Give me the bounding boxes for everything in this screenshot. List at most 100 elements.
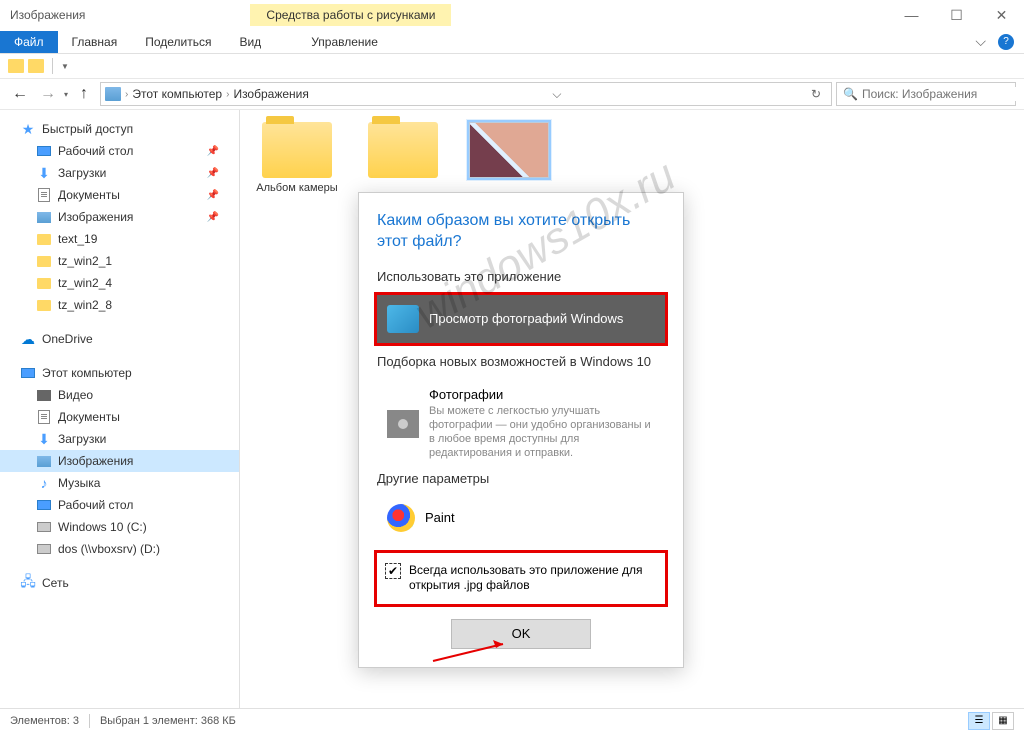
sidebar-item-downloads[interactable]: ⬇ Загрузки	[0, 428, 239, 450]
sidebar-item-documents[interactable]: Документы 📌	[0, 184, 239, 206]
tab-home[interactable]: Главная	[58, 31, 132, 53]
ok-button[interactable]: OK	[451, 619, 591, 649]
folder-item[interactable]: Альбом камеры	[252, 122, 342, 194]
image-item[interactable]	[464, 122, 554, 194]
selection-info: Выбран 1 элемент: 368 КБ	[100, 715, 236, 727]
network-icon: 🖧	[20, 575, 36, 591]
folder-icon	[262, 122, 332, 178]
search-box[interactable]: 🔍	[836, 82, 1016, 106]
sidebar-item-folder[interactable]: text_19	[0, 228, 239, 250]
dialog-section-label: Использовать это приложение	[377, 269, 665, 284]
help-icon[interactable]: ?	[998, 34, 1014, 50]
sidebar-item-downloads[interactable]: ⬇ Загрузки 📌	[0, 162, 239, 184]
breadcrumb[interactable]: › Этот компьютер › Изображения ⌵ ↻	[100, 82, 832, 106]
tab-file[interactable]: Файл	[0, 31, 58, 53]
sidebar-item-folder[interactable]: tz_win2_4	[0, 272, 239, 294]
sidebar-quick-access[interactable]: ★ Быстрый доступ	[0, 118, 239, 140]
desktop-icon	[37, 146, 51, 156]
folder-icon	[37, 256, 51, 267]
dropdown-icon[interactable]: ⌵	[546, 87, 567, 102]
breadcrumb-current[interactable]: Изображения	[233, 87, 308, 101]
document-icon	[38, 410, 50, 424]
sidebar-item-pictures[interactable]: Изображения	[0, 450, 239, 472]
pin-icon: 📌	[207, 190, 219, 201]
always-use-checkbox-row[interactable]: ✔ Всегда использовать это приложение для…	[374, 550, 668, 607]
photo-viewer-icon	[387, 305, 419, 333]
music-icon: ♪	[36, 475, 52, 491]
desktop-icon	[37, 500, 51, 510]
quick-access-toolbar: ▼	[0, 54, 1024, 78]
pin-icon: 📌	[207, 212, 219, 223]
app-option-photo-viewer[interactable]: Просмотр фотографий Windows	[374, 292, 668, 346]
app-option-photos[interactable]: Фотографии Вы можете с легкостью улучшат…	[377, 377, 665, 471]
pictures-icon	[37, 456, 51, 467]
sidebar-this-pc[interactable]: Этот компьютер	[0, 362, 239, 384]
pc-icon	[21, 368, 35, 378]
nav-history-dropdown[interactable]: ▾	[64, 90, 68, 99]
sidebar-item-video[interactable]: Видео	[0, 384, 239, 406]
document-icon	[38, 188, 50, 202]
sidebar-item-documents[interactable]: Документы	[0, 406, 239, 428]
folder-icon[interactable]	[8, 59, 24, 73]
ribbon-tabs: Файл Главная Поделиться Вид Управление ⌵…	[0, 30, 1024, 54]
window-controls: — ☐ ✕	[889, 0, 1024, 30]
image-thumbnail	[469, 122, 549, 178]
video-icon	[37, 390, 51, 401]
chevron-right-icon: ›	[226, 89, 229, 100]
folder-icon	[37, 278, 51, 289]
folder-icon[interactable]	[28, 59, 44, 73]
tab-manage[interactable]: Управление	[297, 31, 392, 53]
sidebar-item-desktop[interactable]: Рабочий стол 📌	[0, 140, 239, 162]
photos-icon	[387, 410, 419, 438]
sidebar-item-drive-c[interactable]: Windows 10 (C:)	[0, 516, 239, 538]
paint-icon	[387, 504, 415, 532]
sidebar-item-pictures[interactable]: Изображения 📌	[0, 206, 239, 228]
navigation-pane: ★ Быстрый доступ Рабочий стол 📌 ⬇ Загруз…	[0, 110, 240, 708]
address-bar: ← → ▾ ↑ › Этот компьютер › Изображения ⌵…	[0, 78, 1024, 110]
onedrive-icon: ☁	[20, 331, 36, 347]
item-count: Элементов: 3	[10, 715, 79, 727]
sidebar-item-drive-d[interactable]: dos (\\vboxsrv) (D:)	[0, 538, 239, 560]
sidebar-network[interactable]: 🖧 Сеть	[0, 572, 239, 594]
qat-dropdown-icon[interactable]: ▼	[61, 62, 69, 71]
sidebar-item-desktop[interactable]: Рабочий стол	[0, 494, 239, 516]
sidebar-item-folder[interactable]: tz_win2_1	[0, 250, 239, 272]
nav-up-button[interactable]: ↑	[72, 82, 96, 106]
pin-icon: 📌	[207, 168, 219, 179]
download-icon: ⬇	[36, 431, 52, 447]
sidebar-item-folder[interactable]: tz_win2_8	[0, 294, 239, 316]
checkbox[interactable]: ✔	[385, 563, 401, 579]
refresh-icon[interactable]: ↻	[805, 87, 827, 101]
drive-icon	[37, 522, 51, 532]
maximize-button[interactable]: ☐	[934, 0, 979, 30]
nav-back-button[interactable]: ←	[8, 82, 32, 106]
ribbon-expand-icon[interactable]: ⌵	[975, 33, 986, 50]
minimize-button[interactable]: —	[889, 0, 934, 30]
nav-forward-button[interactable]: →	[36, 82, 60, 106]
sidebar-onedrive[interactable]: ☁ OneDrive	[0, 328, 239, 350]
download-icon: ⬇	[36, 165, 52, 181]
tab-view[interactable]: Вид	[225, 31, 275, 53]
folder-icon	[37, 300, 51, 311]
status-bar: Элементов: 3 Выбран 1 элемент: 368 КБ ☰ …	[0, 708, 1024, 732]
separator	[89, 714, 90, 728]
separator	[52, 58, 53, 74]
folder-icon	[37, 234, 51, 245]
pin-icon: 📌	[207, 146, 219, 157]
search-input[interactable]	[862, 87, 1017, 101]
open-with-dialog: Каким образом вы хотите открыть этот фай…	[358, 192, 684, 668]
view-details-button[interactable]: ☰	[968, 712, 990, 730]
app-option-paint[interactable]: Paint	[377, 494, 665, 542]
dialog-section-label: Другие параметры	[377, 471, 665, 486]
search-icon: 🔍	[843, 87, 858, 101]
view-icons-button[interactable]: ▦	[992, 712, 1014, 730]
close-button[interactable]: ✕	[979, 0, 1024, 30]
breadcrumb-pc[interactable]: Этот компьютер	[132, 87, 222, 101]
window-title: Изображения	[0, 8, 85, 22]
folder-icon	[368, 122, 438, 178]
tab-share[interactable]: Поделиться	[131, 31, 225, 53]
sidebar-item-music[interactable]: ♪ Музыка	[0, 472, 239, 494]
folder-item[interactable]	[358, 122, 448, 194]
context-tab-label: Средства работы с рисунками	[250, 4, 451, 26]
pictures-icon	[37, 212, 51, 223]
